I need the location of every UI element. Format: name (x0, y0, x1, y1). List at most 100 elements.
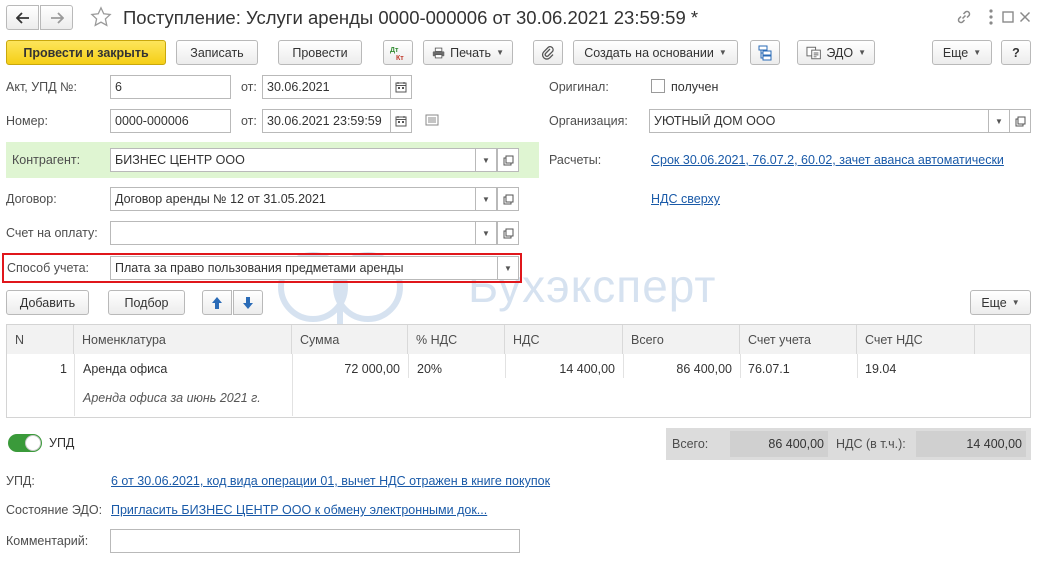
chevron-down-icon: ▼ (482, 228, 490, 238)
back-arrow-icon (15, 11, 29, 24)
post-and-close-button[interactable]: Провести и закрыть (6, 40, 166, 65)
contractor-open-button[interactable] (497, 148, 519, 172)
chevron-down-icon: ▼ (496, 48, 504, 57)
print-button[interactable]: Печать ▼ (423, 40, 513, 65)
comment-label: Комментарий: (6, 534, 89, 548)
chevron-down-icon: ▼ (482, 155, 490, 165)
number-label: Номер: (6, 114, 48, 128)
act-number-input[interactable]: 6 (110, 75, 231, 99)
forward-button[interactable] (40, 5, 73, 30)
forward-arrow-icon (50, 11, 64, 24)
link-icon (957, 10, 971, 24)
post-button[interactable]: Провести (278, 40, 362, 65)
edo-button[interactable]: ЭДО ▼ (797, 40, 875, 65)
chevron-down-icon: ▼ (718, 48, 727, 57)
more-vertical-icon (989, 9, 993, 25)
organization-open-button[interactable] (1009, 109, 1031, 133)
column-header-nomenclature[interactable]: Номенклатура (74, 325, 292, 354)
accounting-method-label: Способ учета: (7, 261, 90, 275)
vat-total-label: НДС (в т.ч.): (836, 437, 906, 451)
invoice-input[interactable] (110, 221, 497, 245)
act-date-calendar-button[interactable] (390, 75, 412, 99)
hierarchy-icon (758, 45, 772, 60)
table-more-button[interactable]: Еще ▼ (970, 290, 1031, 315)
column-header-n[interactable]: N (7, 325, 74, 354)
more-actions-button[interactable] (984, 8, 998, 26)
dt-kt-icon: Дт Кт (390, 47, 404, 62)
cell-vat: 14 400,00 (559, 362, 615, 376)
accounting-method-select[interactable]: Плата за право пользования предметами ар… (110, 256, 507, 280)
close-button[interactable] (1018, 8, 1032, 26)
attach-file-button[interactable] (533, 40, 563, 65)
cell-account: 76.07.1 (748, 362, 790, 376)
organization-input[interactable]: УЮТНЫЙ ДОМ ООО (649, 109, 990, 133)
original-received-label: получен (671, 80, 719, 94)
printer-icon (432, 47, 445, 58)
table-row[interactable]: 1 Аренда офиса Аренда офиса за июнь 2021… (7, 354, 1030, 416)
total-value: 86 400,00 (730, 431, 828, 457)
upd-link[interactable]: 6 от 30.06.2021, код вида операции 01, в… (111, 474, 550, 488)
vat-on-top-link[interactable]: НДС сверху (651, 192, 720, 206)
create-based-on-button[interactable]: Создать на основании ▼ (573, 40, 738, 65)
number-date-input[interactable]: 30.06.2021 23:59:59 (262, 109, 391, 133)
number-date-calendar-button[interactable] (390, 109, 412, 133)
move-up-button[interactable] (202, 290, 232, 315)
column-header-vat[interactable]: НДС (505, 325, 623, 354)
maximize-button[interactable] (1001, 8, 1015, 26)
contract-open-button[interactable] (497, 187, 519, 211)
act-date-input[interactable]: 30.06.2021 (262, 75, 391, 99)
paperclip-icon (541, 45, 554, 60)
column-header-vat-account[interactable]: Счет НДС (857, 325, 975, 354)
number-date-label: от: (241, 114, 257, 128)
invoice-open-button[interactable] (497, 221, 519, 245)
close-icon (1019, 11, 1031, 23)
maximize-icon (1002, 11, 1014, 23)
calendar-icon (395, 82, 407, 93)
column-header-account[interactable]: Счет учета (740, 325, 857, 354)
comment-input[interactable] (110, 529, 520, 553)
column-header-vat-rate[interactable]: % НДС (408, 325, 505, 354)
chevron-down-icon: ▼ (995, 116, 1003, 126)
cell-sum: 72 000,00 (344, 362, 400, 376)
original-received-checkbox[interactable] (651, 79, 665, 93)
arrow-down-icon (243, 296, 253, 309)
settlements-link[interactable]: Срок 30.06.2021, 76.07.2, 60.02, зачет а… (651, 153, 1004, 167)
structure-button[interactable] (750, 40, 780, 65)
edo-invite-link[interactable]: Пригласить БИЗНЕС ЦЕНТР ООО к обмену эле… (111, 503, 487, 517)
add-row-button[interactable]: Добавить (6, 290, 89, 315)
open-window-icon (503, 228, 513, 238)
edo-state-label: Состояние ЭДО: (6, 503, 103, 517)
accounting-method-dropdown-button[interactable]: ▼ (497, 256, 519, 280)
cell-vat-rate: 20% (417, 362, 443, 376)
move-down-button[interactable] (233, 290, 263, 315)
contractor-dropdown-button[interactable]: ▼ (475, 148, 497, 172)
cell-total: 86 400,00 (676, 362, 732, 376)
invoice-dropdown-button[interactable]: ▼ (475, 221, 497, 245)
calendar-icon (395, 116, 407, 127)
cell-nomenclature-description: Аренда офиса за июнь 2021 г. (83, 391, 261, 405)
contractor-input[interactable]: БИЗНЕС ЦЕНТР ООО (110, 148, 497, 172)
contract-dropdown-button[interactable]: ▼ (475, 187, 497, 211)
save-button[interactable]: Записать (176, 40, 258, 65)
chevron-down-icon: ▼ (504, 263, 512, 273)
upd-toggle[interactable] (8, 434, 42, 452)
dt-kt-button[interactable]: Дт Кт (383, 40, 413, 65)
column-header-total[interactable]: Всего (623, 325, 740, 354)
help-button[interactable]: ? (1001, 40, 1031, 65)
chevron-down-icon: ▼ (973, 48, 982, 57)
original-label: Оригинал: (549, 80, 609, 94)
organization-dropdown-button[interactable]: ▼ (988, 109, 1010, 133)
history-button[interactable] (425, 114, 441, 128)
column-header-sum[interactable]: Сумма (292, 325, 408, 354)
act-number-label: Акт, УПД №: (6, 80, 77, 94)
upd-label: УПД: (6, 474, 35, 488)
list-lines-icon (425, 114, 439, 126)
back-button[interactable] (6, 5, 39, 30)
selection-button[interactable]: Подбор (108, 290, 185, 315)
number-input[interactable]: 0000-000006 (110, 109, 231, 133)
more-button[interactable]: Еще ▼ (932, 40, 992, 65)
copy-link-button[interactable] (955, 8, 973, 26)
open-window-icon (503, 155, 513, 165)
contract-input[interactable]: Договор аренды № 12 от 31.05.2021 (110, 187, 497, 211)
favorite-button[interactable] (90, 6, 114, 30)
